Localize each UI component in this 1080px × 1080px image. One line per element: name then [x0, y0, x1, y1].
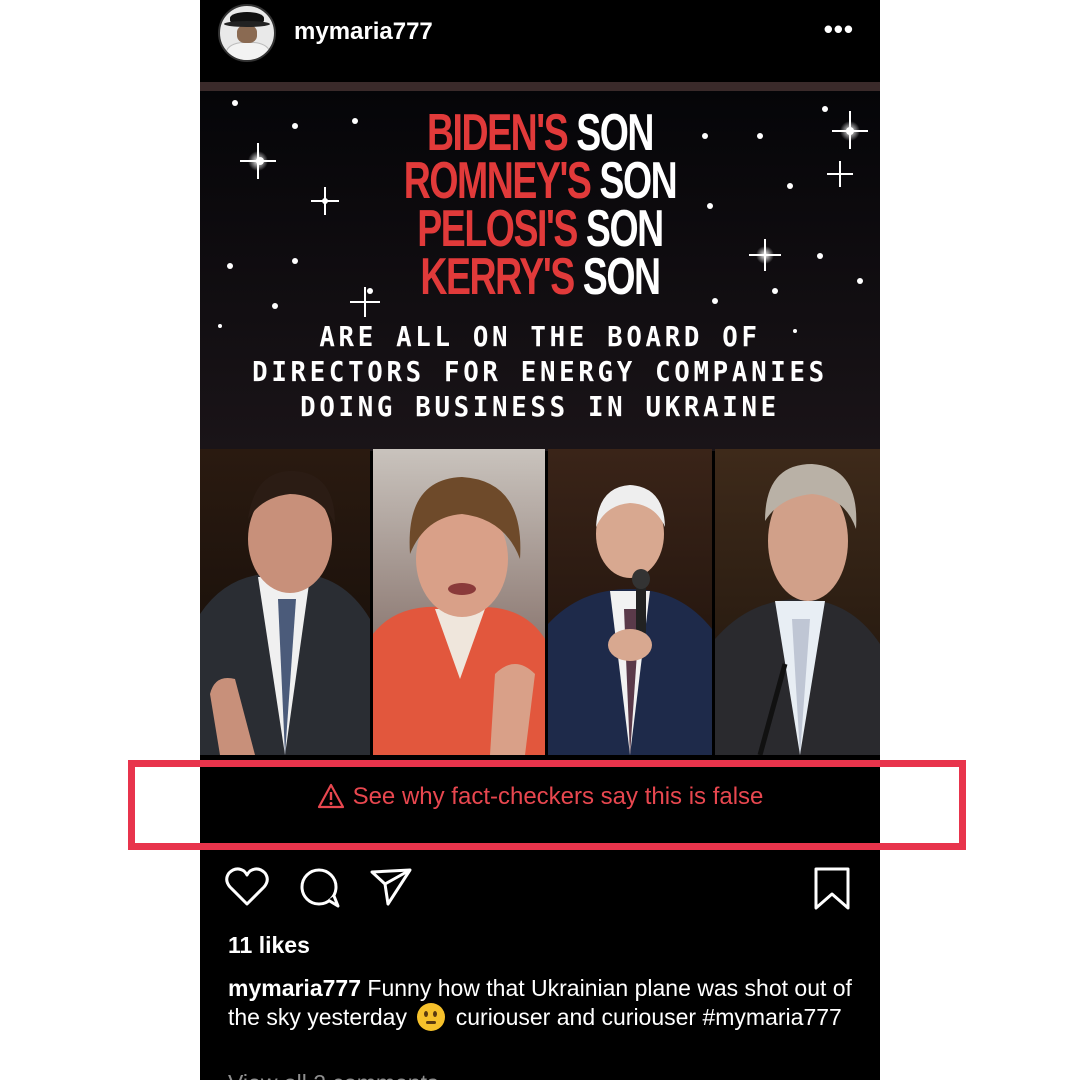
bookmark-icon[interactable]	[812, 866, 852, 912]
headline-line: KERRY'S SON	[420, 248, 661, 306]
send-icon[interactable]	[368, 866, 414, 908]
avatar[interactable]	[218, 4, 276, 62]
view-comments-link[interactable]: View all 2 comments	[228, 1070, 439, 1080]
comment-icon[interactable]	[298, 866, 342, 910]
heart-icon[interactable]	[224, 866, 270, 908]
headline-subtitle: ARE ALL ON THE BOARD OF DIRECTORS FOR EN…	[200, 319, 880, 424]
photo-biden	[548, 449, 712, 755]
subtitle-line: DOING BUSINESS IN UKRAINE	[300, 390, 780, 423]
post-username[interactable]: mymaria777	[294, 18, 433, 46]
photo-romney	[200, 449, 370, 755]
post-header: mymaria777 •••	[200, 0, 880, 82]
post-actions	[200, 858, 880, 918]
subtitle-line: DIRECTORS FOR ENERGY COMPANIES	[252, 355, 828, 388]
caption-username[interactable]: mymaria777	[228, 975, 361, 1001]
fact-check-highlight-box	[128, 760, 966, 850]
caption-text-end: curiouser and curiouser #mymaria777	[455, 1004, 842, 1030]
politician-photo-strip	[200, 449, 880, 755]
headline-line: PELOSI'S SON	[417, 200, 664, 258]
subtitle-line: ARE ALL ON THE BOARD OF	[319, 320, 761, 353]
instagram-post: mymaria777 ••• BIDEN'S SON ROMNEY'S SON …	[200, 0, 880, 1080]
photo-kerry	[715, 449, 880, 755]
headline-line: BIDEN'S SON	[426, 104, 655, 162]
post-caption: mymaria777 Funny how that Ukrainian plan…	[228, 974, 858, 1032]
more-options-icon[interactable]: •••	[824, 14, 854, 45]
headline-names: BIDEN'S SON ROMNEY'S SON PELOSI'S SON KE…	[200, 104, 880, 306]
headline-line: ROMNEY'S SON	[403, 152, 678, 210]
photo-pelosi	[373, 449, 545, 755]
likes-count[interactable]: 11 likes	[228, 932, 310, 959]
header-divider	[200, 82, 880, 91]
post-image[interactable]: BIDEN'S SON ROMNEY'S SON PELOSI'S SON KE…	[200, 91, 880, 755]
thinking-face-emoji	[417, 1003, 446, 1031]
